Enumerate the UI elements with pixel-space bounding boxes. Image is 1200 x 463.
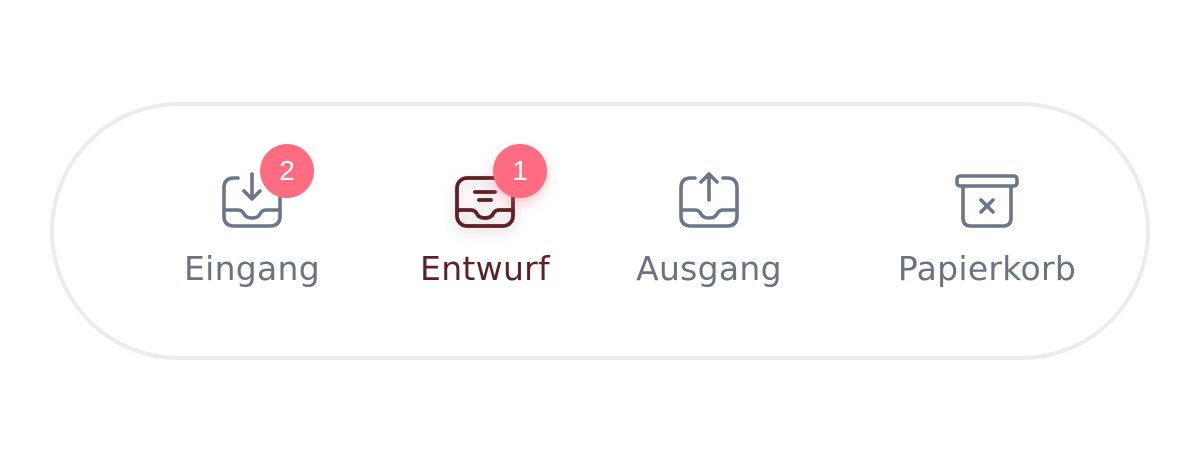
nav-label-papierkorb: Papierkorb: [897, 249, 1077, 288]
nav-label-entwurf: Entwurf: [420, 249, 550, 288]
nav-item-ausgang[interactable]: Ausgang: [599, 164, 819, 314]
nav-item-papierkorb[interactable]: Papierkorb: [877, 164, 1097, 314]
nav-item-eingang[interactable]: 2 Eingang: [142, 144, 362, 314]
nav-label-ausgang: Ausgang: [636, 249, 782, 288]
nav-label-eingang: Eingang: [183, 249, 321, 288]
mail-folder-nav: 2 Eingang 1 Entwurf Ausgang Papierkorb: [50, 102, 1150, 360]
unread-count-badge: 2: [260, 144, 314, 198]
nav-item-entwurf[interactable]: 1 Entwurf: [375, 144, 595, 314]
outbox-upload-icon: [673, 164, 745, 236]
drafts-count-badge: 1: [493, 144, 547, 198]
inbox-download-icon: 2: [216, 144, 314, 236]
drafts-tray-icon: 1: [449, 144, 547, 236]
trash-bin-icon: [951, 164, 1023, 236]
app-stage: 2 Eingang 1 Entwurf Ausgang Papierkorb: [0, 0, 1200, 463]
